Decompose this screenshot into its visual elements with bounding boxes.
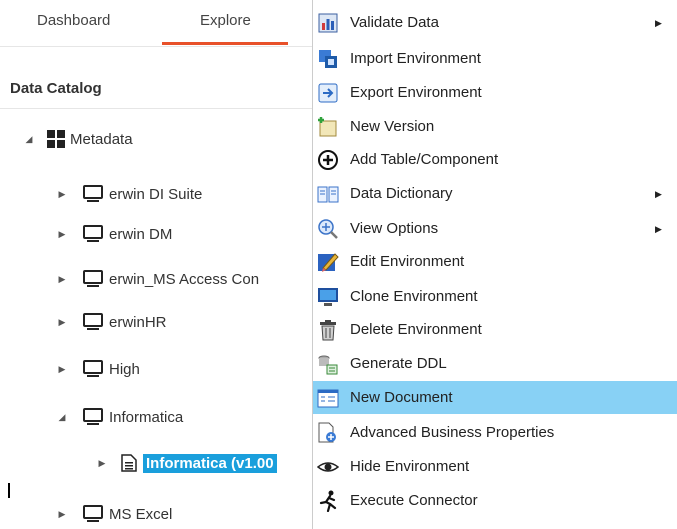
tree-node[interactable]: ▶ MS Excel bbox=[55, 502, 172, 526]
ddl-icon bbox=[317, 353, 339, 375]
expanded-arrow-icon[interactable]: ◢ bbox=[55, 412, 69, 423]
tree-node-metadata[interactable]: ◢ Metadata bbox=[22, 127, 133, 151]
tab-dashboard[interactable]: Dashboard bbox=[37, 12, 110, 29]
menu-item-label: Generate DDL bbox=[350, 355, 447, 372]
tree-node-label: erwin_MS Access Con bbox=[109, 270, 260, 288]
menu-item-label: Hide Environment bbox=[350, 458, 470, 475]
tree-node-label: erwin DI Suite bbox=[109, 185, 203, 203]
divider bbox=[0, 108, 312, 109]
document-icon bbox=[119, 453, 139, 473]
tree-node[interactable]: ▶ erwinHR bbox=[55, 310, 167, 334]
menu-item-label: Clone Environment bbox=[350, 288, 478, 305]
menu-item-label: Execute Connector bbox=[350, 492, 478, 509]
menu-item-label: Edit Environment bbox=[350, 253, 465, 270]
left-panel: Dashboard Explore Data Catalog ◢ Metadat… bbox=[0, 0, 312, 529]
zoom-icon bbox=[317, 218, 339, 240]
submenu-arrow-icon: ▶ bbox=[655, 224, 662, 234]
submenu-arrow-icon: ▶ bbox=[655, 189, 662, 199]
menu-item-data-dictionary[interactable]: Data Dictionary ▶ bbox=[313, 177, 677, 210]
menu-item-import-environment[interactable]: Import Environment bbox=[313, 42, 677, 75]
monitor-icon bbox=[83, 184, 103, 204]
menu-item-clone-environment[interactable]: Clone Environment bbox=[313, 280, 677, 313]
divider bbox=[0, 46, 312, 47]
collapsed-arrow-icon[interactable]: ▶ bbox=[55, 274, 69, 285]
tree-node-label: erwinHR bbox=[109, 313, 167, 331]
menu-item-new-document[interactable]: New Document bbox=[313, 381, 677, 414]
grid-icon bbox=[46, 129, 66, 149]
collapsed-arrow-icon[interactable]: ▶ bbox=[55, 364, 69, 375]
collapsed-arrow-icon[interactable]: ▶ bbox=[55, 509, 69, 520]
menu-item-label: Add Table/Component bbox=[350, 151, 499, 168]
menu-item-export-environment[interactable]: Export Environment bbox=[313, 76, 677, 109]
trash-icon bbox=[317, 319, 339, 341]
edit-icon bbox=[317, 251, 339, 273]
menu-item-label: New Document bbox=[350, 389, 453, 406]
monitor-icon bbox=[83, 504, 103, 524]
tree-node-selected[interactable]: ▶ Informatica (v1.00 bbox=[95, 451, 277, 475]
menu-item-advanced-business-properties[interactable]: Advanced Business Properties bbox=[313, 416, 677, 449]
tab-bar: Dashboard Explore bbox=[0, 0, 312, 47]
menu-item-label: Validate Data bbox=[350, 14, 439, 31]
tree-node[interactable]: ▶ erwin DI Suite bbox=[55, 182, 202, 206]
tree-node[interactable]: ◢ Informatica bbox=[55, 405, 183, 429]
bar-chart-icon bbox=[317, 12, 339, 34]
context-menu: Validate Data ▶ Import Environment Expor… bbox=[312, 0, 677, 529]
clone-icon bbox=[317, 286, 339, 308]
tree-node[interactable]: ▶ erwin DM bbox=[55, 222, 172, 246]
monitor-icon bbox=[83, 312, 103, 332]
eye-icon bbox=[317, 456, 339, 478]
menu-item-new-version[interactable]: New Version bbox=[313, 110, 677, 143]
import-icon bbox=[317, 48, 339, 70]
tree-node-label: Metadata bbox=[70, 130, 133, 148]
menu-item-view-options[interactable]: View Options ▶ bbox=[313, 212, 677, 245]
tree-node-label: Informatica bbox=[109, 408, 184, 426]
menu-item-label: Export Environment bbox=[350, 84, 482, 101]
monitor-icon bbox=[83, 269, 103, 289]
tree-node-label: erwin DM bbox=[109, 225, 173, 243]
export-icon bbox=[317, 82, 339, 104]
collapsed-arrow-icon[interactable]: ▶ bbox=[55, 229, 69, 240]
collapsed-arrow-icon[interactable]: ▶ bbox=[55, 189, 69, 200]
menu-item-add-table-component[interactable]: Add Table/Component bbox=[313, 143, 677, 176]
new-document-icon bbox=[317, 387, 339, 409]
menu-item-execute-connector[interactable]: Execute Connector bbox=[313, 484, 677, 517]
monitor-icon bbox=[83, 359, 103, 379]
section-title: Data Catalog bbox=[10, 80, 102, 97]
menu-item-delete-environment[interactable]: Delete Environment bbox=[313, 313, 677, 346]
tree-node-label: High bbox=[109, 360, 140, 378]
tree-node[interactable]: ▶ High bbox=[55, 357, 140, 381]
tree-node-label: Informatica (v1.00 bbox=[143, 453, 277, 473]
expanded-arrow-icon[interactable]: ◢ bbox=[22, 134, 36, 145]
menu-item-validate-data[interactable]: Validate Data ▶ bbox=[313, 6, 677, 39]
new-version-icon bbox=[317, 116, 339, 138]
menu-item-label: Data Dictionary bbox=[350, 185, 453, 202]
submenu-arrow-icon: ▶ bbox=[655, 18, 662, 28]
collapsed-arrow-icon[interactable]: ▶ bbox=[55, 317, 69, 328]
text-cursor bbox=[8, 483, 10, 498]
run-icon bbox=[317, 490, 339, 512]
book-icon bbox=[317, 183, 339, 205]
menu-item-label: New Version bbox=[350, 118, 435, 135]
menu-item-hide-environment[interactable]: Hide Environment bbox=[313, 450, 677, 483]
menu-item-edit-environment[interactable]: Edit Environment bbox=[313, 245, 677, 278]
menu-item-label: Advanced Business Properties bbox=[350, 424, 555, 441]
properties-icon bbox=[317, 422, 339, 444]
menu-item-label: Delete Environment bbox=[350, 321, 482, 338]
tree-node[interactable]: ▶ erwin_MS Access Con bbox=[55, 267, 259, 291]
collapsed-arrow-icon[interactable]: ▶ bbox=[95, 458, 109, 469]
tab-explore[interactable]: Explore bbox=[200, 12, 251, 29]
active-tab-indicator bbox=[162, 42, 288, 45]
add-circle-icon bbox=[317, 149, 339, 171]
tree-node-label: MS Excel bbox=[109, 505, 173, 523]
monitor-icon bbox=[83, 407, 103, 427]
menu-item-label: Import Environment bbox=[350, 50, 481, 67]
monitor-icon bbox=[83, 224, 103, 244]
menu-item-label: View Options bbox=[350, 220, 439, 237]
menu-item-generate-ddl[interactable]: Generate DDL bbox=[313, 347, 677, 380]
